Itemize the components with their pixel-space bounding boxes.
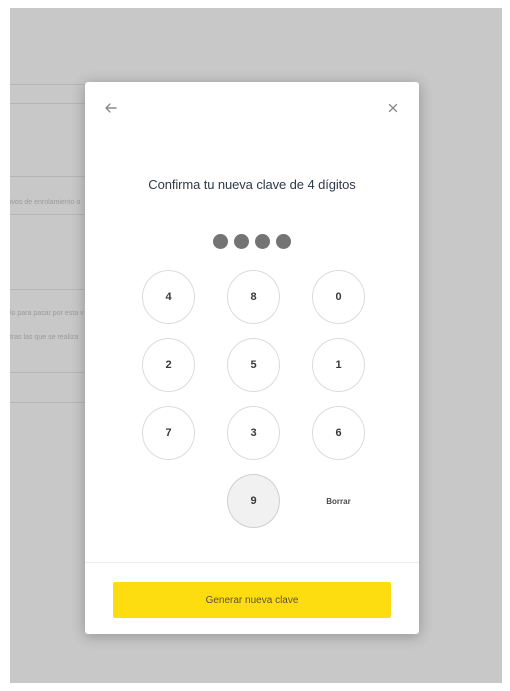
background-text: tras las que se realiza [10, 334, 79, 341]
keypad-key[interactable]: 9 [227, 474, 280, 528]
keypad-key[interactable]: 0 [312, 270, 365, 324]
background-divider [10, 84, 86, 85]
dialog-title: Confirma tu nueva clave de 4 dígitos [148, 177, 356, 192]
keypad-spacer [142, 474, 195, 528]
background-divider [10, 214, 86, 215]
background-text: ivos de enrolamiento o [10, 199, 81, 206]
pin-keypad: 4 8 0 2 5 1 7 3 6 9 Borrar [142, 270, 365, 528]
keypad-key[interactable]: 5 [227, 338, 280, 392]
keypad-key[interactable]: 1 [312, 338, 365, 392]
background-text: lo para pasar por esta v [10, 310, 84, 317]
back-button[interactable] [99, 96, 123, 120]
confirm-pin-dialog: Confirma tu nueva clave de 4 dígitos 4 8… [85, 82, 419, 634]
close-button[interactable] [381, 96, 405, 120]
background-divider [10, 402, 86, 403]
keypad-key[interactable]: 7 [142, 406, 195, 460]
pin-dot-filled [255, 234, 270, 249]
arrow-left-icon [105, 103, 117, 113]
generate-new-pin-button[interactable]: Generar nueva clave [113, 582, 391, 618]
background-divider [10, 103, 86, 104]
footer-divider [85, 562, 419, 563]
keypad-key[interactable]: 6 [312, 406, 365, 460]
pin-dot-filled [276, 234, 291, 249]
keypad-key[interactable]: 3 [227, 406, 280, 460]
pin-dot-filled [213, 234, 228, 249]
keypad-key[interactable]: 8 [227, 270, 280, 324]
pin-dots [85, 234, 419, 249]
background-divider [10, 372, 86, 373]
background-divider [10, 176, 86, 177]
background-divider [10, 289, 86, 290]
keypad-key[interactable]: 2 [142, 338, 195, 392]
close-icon [388, 103, 398, 113]
screen: ivos de enrolamiento o lo para pasar por… [0, 0, 510, 691]
delete-button[interactable]: Borrar [312, 474, 365, 528]
pin-dot-filled [234, 234, 249, 249]
keypad-key[interactable]: 4 [142, 270, 195, 324]
